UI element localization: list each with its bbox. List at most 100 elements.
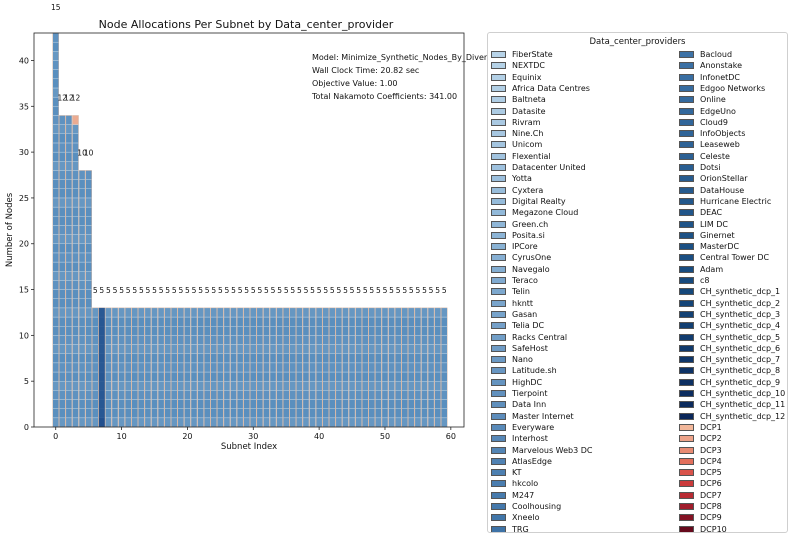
bar-segment xyxy=(164,417,171,428)
legend-swatch xyxy=(679,152,694,160)
bar-segment xyxy=(263,362,270,373)
bar-segment xyxy=(361,399,369,409)
bar-segment xyxy=(78,261,86,272)
bar-segment xyxy=(177,335,185,345)
annotation-line: Objective Value: 1.00 xyxy=(312,79,398,88)
bar-segment xyxy=(151,417,158,428)
bar-segment xyxy=(72,161,79,171)
bar-segment xyxy=(105,335,112,345)
bar-segment xyxy=(59,161,66,171)
bar-segment xyxy=(408,371,415,382)
bar-segment xyxy=(124,380,132,391)
bar-subnet-38 xyxy=(302,307,310,428)
bar-segment xyxy=(263,417,270,428)
bar-segment xyxy=(138,371,145,382)
bar-segment xyxy=(72,133,79,144)
bar-segment xyxy=(190,371,198,382)
bar-segment xyxy=(322,417,329,428)
bar-segment xyxy=(302,408,310,419)
bar-segment xyxy=(92,362,99,373)
bar-segment xyxy=(414,390,422,400)
bar-segment xyxy=(72,390,79,400)
bar-segment xyxy=(276,417,283,428)
bar-segment xyxy=(210,417,217,428)
bar-segment xyxy=(65,380,73,391)
bar-segment xyxy=(210,380,217,391)
legend-label: c8 xyxy=(700,276,710,285)
bar-segment xyxy=(375,390,382,400)
bar-segment xyxy=(184,380,191,391)
legend-swatch xyxy=(491,446,506,454)
bar-segment xyxy=(289,399,297,409)
bar-segment xyxy=(296,307,303,318)
bar-segment xyxy=(52,362,59,373)
bar-segment xyxy=(118,335,125,345)
legend-label: DCP10 xyxy=(700,524,727,533)
legend-swatch xyxy=(679,367,694,375)
bar-segment xyxy=(52,307,59,318)
bar-segment xyxy=(263,380,270,391)
bar-segment xyxy=(329,371,336,382)
legend-item: HighDC xyxy=(491,377,542,388)
bar-segment xyxy=(434,307,441,318)
bar-segment xyxy=(322,316,329,327)
bar-segment xyxy=(263,326,270,336)
bar-segment xyxy=(197,380,204,391)
bar-segment xyxy=(302,335,310,345)
bar-segment xyxy=(263,344,270,354)
bar-segment xyxy=(401,316,408,327)
bar-segment xyxy=(421,344,428,354)
legend-label: Unicom xyxy=(512,140,543,150)
bar-segment xyxy=(65,170,73,180)
bar-segment xyxy=(223,408,231,419)
bar-segment xyxy=(250,335,257,345)
bar-segment xyxy=(78,197,86,208)
legend-swatch xyxy=(491,322,506,330)
legend-label: Data Inn xyxy=(512,400,547,410)
bar-segment xyxy=(269,335,277,345)
legend-swatch xyxy=(679,322,694,330)
bar-segment xyxy=(85,243,92,254)
bar-segment xyxy=(263,307,270,318)
bar-segment xyxy=(52,326,59,336)
bar-segment xyxy=(427,417,435,428)
bar-segment xyxy=(315,399,323,409)
bar-segment xyxy=(105,399,112,409)
bar-segment xyxy=(414,399,422,409)
bar-segment xyxy=(105,307,112,318)
legend-label: CH_synthetic_dcp_11 xyxy=(700,400,786,410)
bar-segment xyxy=(368,335,376,345)
bar-segment xyxy=(118,390,125,400)
bar-label: 5 xyxy=(429,286,434,295)
legend-swatch xyxy=(679,243,694,251)
bar-segment xyxy=(322,408,329,419)
bar-segment xyxy=(78,353,86,364)
bar-segment xyxy=(243,326,250,336)
bar-segment xyxy=(296,326,303,336)
bar-label: 5 xyxy=(416,286,421,295)
bar-label: 5 xyxy=(185,286,190,295)
bar-segment xyxy=(190,390,198,400)
legend-item: Leaseweb xyxy=(679,139,740,150)
legend-item: Green.ch xyxy=(491,219,548,230)
bar-segment xyxy=(52,206,59,217)
bar-segment xyxy=(236,417,244,428)
legend-label: Posita.si xyxy=(512,230,545,240)
bar-segment xyxy=(144,408,152,419)
bar-segment xyxy=(368,408,376,419)
bar-segment xyxy=(65,216,73,226)
bar-segment xyxy=(65,133,73,144)
legend-swatch xyxy=(679,457,694,465)
bar-segment xyxy=(408,307,415,318)
bar-segment xyxy=(65,206,73,217)
bar-subnet-6 xyxy=(92,307,99,428)
bar-segment xyxy=(421,335,428,345)
bar-segment xyxy=(197,390,204,400)
bar-segment xyxy=(394,335,402,345)
legend-item: Digital Realty xyxy=(491,196,566,207)
bar-label: 5 xyxy=(99,286,104,295)
bar-segment xyxy=(381,399,389,409)
bar-segment xyxy=(230,307,237,318)
bar-label: 5 xyxy=(139,286,144,295)
legend-swatch xyxy=(679,164,694,171)
